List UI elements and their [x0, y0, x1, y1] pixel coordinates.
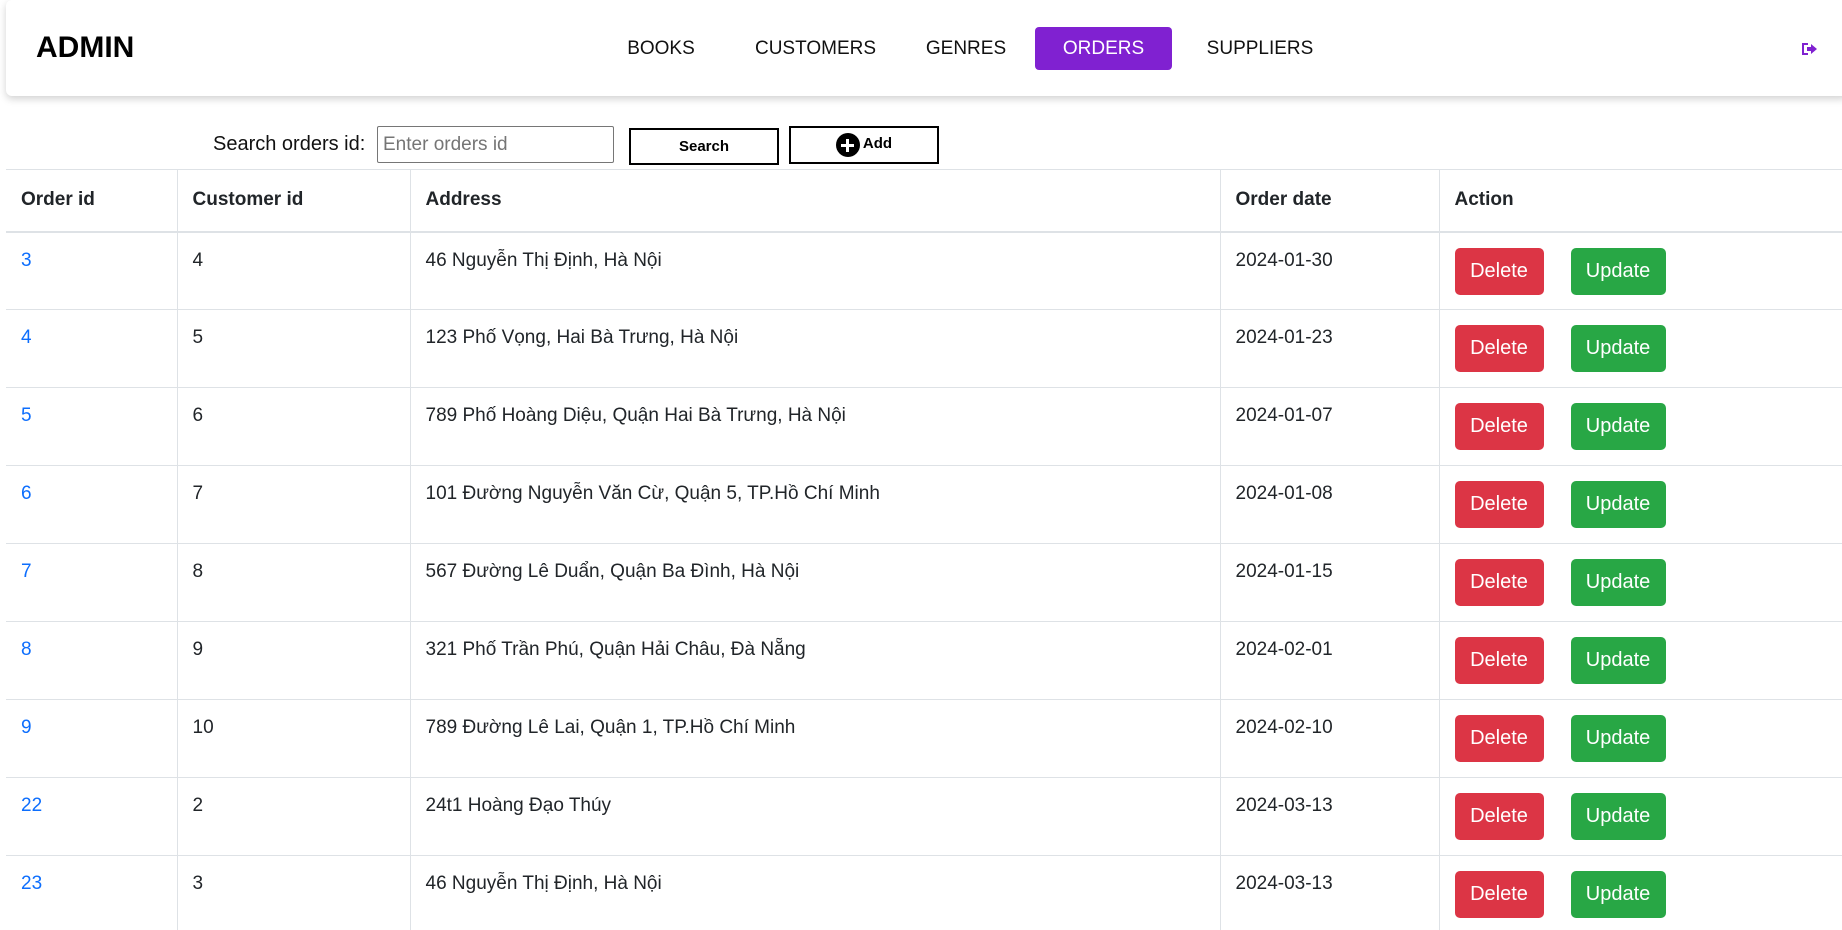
order-id-link[interactable]: 8 — [6, 621, 177, 700]
address-cell: 789 Phố Hoàng Diệu, Quận Hai Bà Trưng, H… — [409, 387, 1220, 466]
update-button[interactable]: Update — [1570, 325, 1666, 372]
order-date-cell: 2024-01-23 — [1219, 309, 1439, 388]
update-button[interactable]: Update — [1570, 793, 1666, 840]
table-row: 8 9 321 Phố Trần Phú, Quận Hải Châu, Đà … — [6, 621, 1842, 700]
admin-page: ADMIN BOOKS CUSTOMERS GENRES ORDERS SUPP… — [0, 0, 1842, 930]
action-cell: Delete Update — [1438, 855, 1842, 930]
column-header-order-id: Order id — [6, 169, 177, 233]
address-cell: 46 Nguyễn Thị Định, Hà Nội — [409, 231, 1220, 310]
table-row: 5 6 789 Phố Hoàng Diệu, Quận Hai Bà Trưn… — [6, 387, 1842, 466]
address-cell: 101 Đường Nguyễn Văn Cừ, Quận 5, TP.Hồ C… — [409, 465, 1220, 544]
table-row: 4 5 123 Phố Vọng, Hai Bà Trưng, Hà Nội 2… — [6, 309, 1842, 388]
table-row: 9 10 789 Đường Lê Lai, Quận 1, TP.Hồ Chí… — [6, 699, 1842, 778]
delete-button[interactable]: Delete — [1454, 871, 1544, 918]
action-cell: Delete Update — [1438, 699, 1842, 778]
update-button[interactable]: Update — [1570, 637, 1666, 684]
action-cell: Delete Update — [1438, 231, 1842, 310]
order-id-link[interactable]: 23 — [6, 855, 177, 930]
update-button[interactable]: Update — [1570, 559, 1666, 606]
search-label: Search orders id: — [213, 133, 366, 155]
update-button[interactable]: Update — [1570, 481, 1666, 528]
order-date-cell: 2024-02-10 — [1219, 699, 1439, 778]
customer-id-cell: 6 — [176, 387, 410, 466]
logout-icon[interactable] — [1800, 40, 1818, 58]
address-cell: 123 Phố Vọng, Hai Bà Trưng, Hà Nội — [409, 309, 1220, 388]
order-id-link[interactable]: 22 — [6, 777, 177, 856]
order-id-link[interactable]: 9 — [6, 699, 177, 778]
column-header-address: Address — [409, 169, 1220, 233]
address-cell: 46 Nguyễn Thị Định, Hà Nội — [409, 855, 1220, 930]
update-button[interactable]: Update — [1570, 715, 1666, 762]
action-cell: Delete Update — [1438, 543, 1842, 622]
nav-orders[interactable]: ORDERS — [1035, 27, 1172, 70]
nav-customers[interactable]: CUSTOMERS — [738, 27, 893, 70]
address-cell: 321 Phố Trần Phú, Quận Hải Châu, Đà Nẵng — [409, 621, 1220, 700]
table-row: 3 4 46 Nguyễn Thị Định, Hà Nội 2024-01-3… — [6, 231, 1842, 310]
search-input[interactable] — [377, 126, 614, 163]
add-button[interactable]: Add — [789, 126, 939, 164]
action-cell: Delete Update — [1438, 309, 1842, 388]
table-row: 6 7 101 Đường Nguyễn Văn Cừ, Quận 5, TP.… — [6, 465, 1842, 544]
search-button[interactable]: Search — [629, 128, 779, 165]
delete-button[interactable]: Delete — [1454, 481, 1544, 528]
action-cell: Delete Update — [1438, 387, 1842, 466]
delete-button[interactable]: Delete — [1454, 247, 1544, 295]
column-header-customer-id: Customer id — [176, 169, 410, 233]
update-button[interactable]: Update — [1570, 247, 1666, 295]
customer-id-cell: 7 — [176, 465, 410, 544]
delete-button[interactable]: Delete — [1454, 715, 1544, 762]
order-date-cell: 2024-01-15 — [1219, 543, 1439, 622]
address-cell: 789 Đường Lê Lai, Quận 1, TP.Hồ Chí Minh — [409, 699, 1220, 778]
address-cell: 24t1 Hoàng Đạo Thúy — [409, 777, 1220, 856]
table-header-row: Order id Customer id Address Order date … — [6, 169, 1842, 233]
plus-circle-icon — [835, 133, 860, 157]
top-navbar: ADMIN BOOKS CUSTOMERS GENRES ORDERS SUPP… — [6, 0, 1842, 96]
nav-suppliers[interactable]: SUPPLIERS — [1186, 27, 1334, 70]
customer-id-cell: 9 — [176, 621, 410, 700]
delete-button[interactable]: Delete — [1454, 637, 1544, 684]
delete-button[interactable]: Delete — [1454, 325, 1544, 372]
customer-id-cell: 5 — [176, 309, 410, 388]
column-header-action: Action — [1438, 169, 1842, 233]
column-header-order-date: Order date — [1219, 169, 1439, 233]
orders-table-container: Order id Customer id Address Order date … — [6, 169, 1842, 930]
add-button-label: Add — [862, 134, 893, 152]
order-id-link[interactable]: 7 — [6, 543, 177, 622]
order-date-cell: 2024-01-30 — [1219, 231, 1439, 310]
order-id-link[interactable]: 3 — [6, 231, 177, 310]
table-row: 23 3 46 Nguyễn Thị Định, Hà Nội 2024-03-… — [6, 855, 1842, 930]
order-date-cell: 2024-01-07 — [1219, 387, 1439, 466]
update-button[interactable]: Update — [1570, 403, 1666, 450]
order-date-cell: 2024-03-13 — [1219, 777, 1439, 856]
main-nav: BOOKS CUSTOMERS GENRES ORDERS SUPPLIERS — [6, 27, 1842, 70]
customer-id-cell: 4 — [176, 231, 410, 310]
delete-button[interactable]: Delete — [1454, 793, 1544, 840]
customer-id-cell: 8 — [176, 543, 410, 622]
orders-table: Order id Customer id Address Order date … — [6, 169, 1842, 930]
order-id-link[interactable]: 4 — [6, 309, 177, 388]
customer-id-cell: 3 — [176, 855, 410, 930]
action-cell: Delete Update — [1438, 777, 1842, 856]
delete-button[interactable]: Delete — [1454, 559, 1544, 606]
order-date-cell: 2024-01-08 — [1219, 465, 1439, 544]
nav-books[interactable]: BOOKS — [608, 27, 714, 70]
order-date-cell: 2024-02-01 — [1219, 621, 1439, 700]
nav-genres[interactable]: GENRES — [911, 27, 1021, 70]
order-id-link[interactable]: 6 — [6, 465, 177, 544]
order-date-cell: 2024-03-13 — [1219, 855, 1439, 930]
address-cell: 567 Đường Lê Duẩn, Quận Ba Đình, Hà Nội — [409, 543, 1220, 622]
action-cell: Delete Update — [1438, 465, 1842, 544]
table-row: 7 8 567 Đường Lê Duẩn, Quận Ba Đình, Hà … — [6, 543, 1842, 622]
delete-button[interactable]: Delete — [1454, 403, 1544, 450]
action-cell: Delete Update — [1438, 621, 1842, 700]
update-button[interactable]: Update — [1570, 871, 1666, 918]
table-row: 22 2 24t1 Hoàng Đạo Thúy 2024-03-13 Dele… — [6, 777, 1842, 856]
order-id-link[interactable]: 5 — [6, 387, 177, 466]
customer-id-cell: 2 — [176, 777, 410, 856]
customer-id-cell: 10 — [176, 699, 410, 778]
